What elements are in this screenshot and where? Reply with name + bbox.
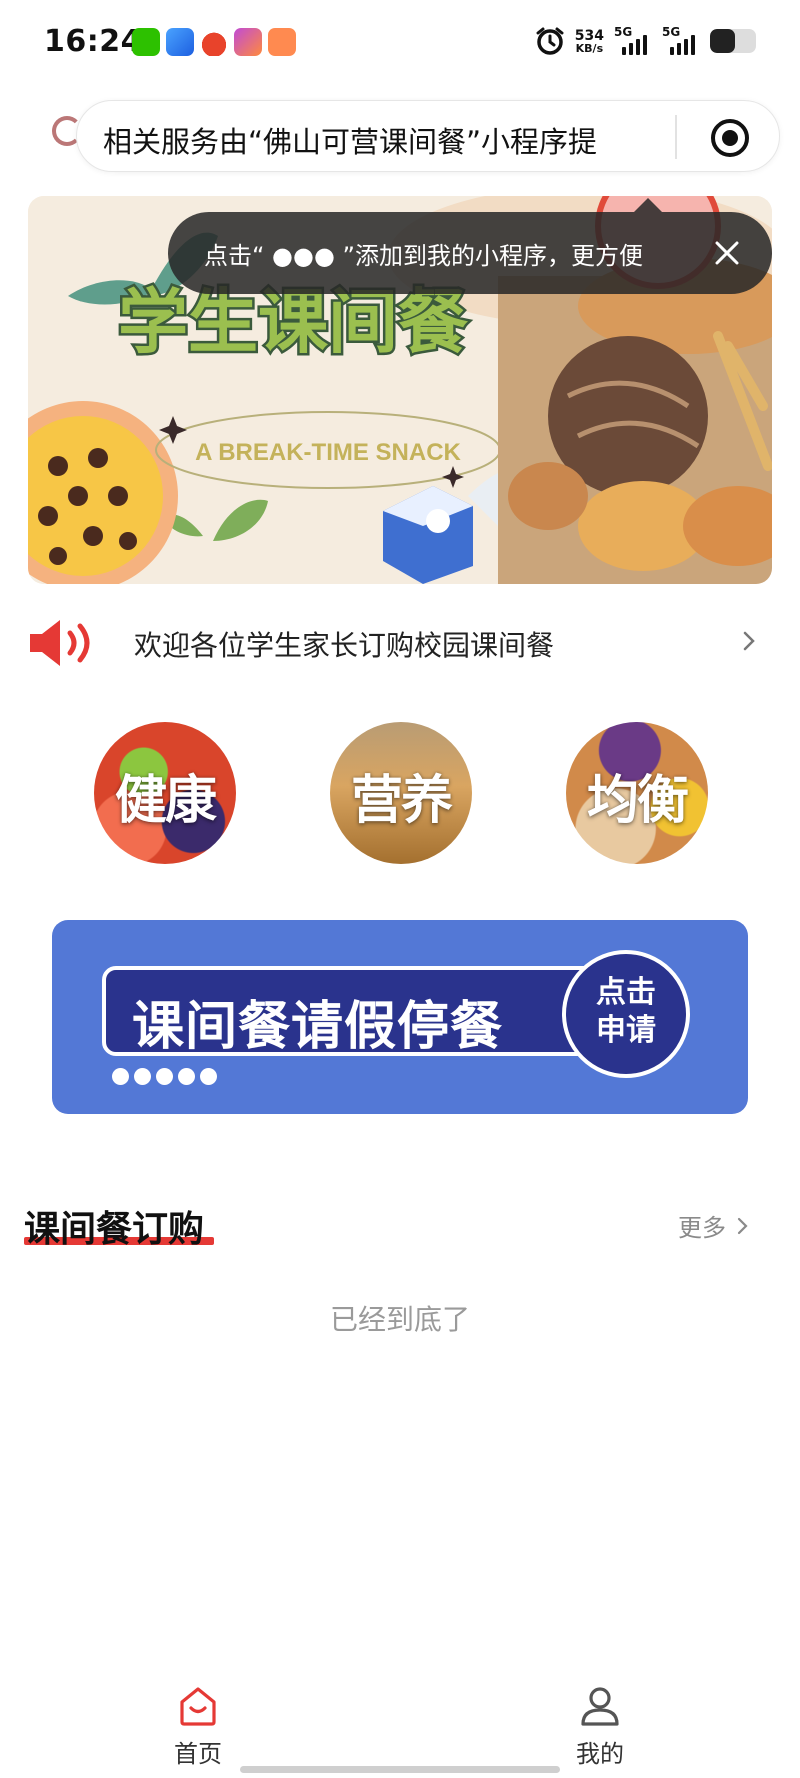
leave-request-title: 课间餐请假停餐 [132,997,504,1057]
chevron-right-icon [737,1217,748,1234]
leave-request-label-box: 课间餐请假停餐 [102,966,602,1057]
home-icon [180,1687,216,1726]
signal-2-bars-icon [670,35,695,55]
user-icon [581,1687,619,1726]
home-indicator[interactable] [240,1766,560,1773]
banner-subtitle: A BREAK-TIME SNACK [195,439,461,466]
apply-button[interactable]: 点击 申请 [562,950,690,1078]
mini-program-home: 16:24 534 KB/s 5G 5G 相关服务由“佛山可营课间餐”小程序提 … [0,0,800,1778]
add-to-my-programs-tip: 点击“ ●●● ”添加到我的小程序，更方便 [168,198,772,294]
tab-home[interactable]: 首页 [138,1684,258,1768]
feature-balance-label: 均衡 [586,771,689,831]
end-of-list-text: 已经到底了 [329,1303,470,1336]
browser-icon [166,28,194,56]
leave-request-banner[interactable]: 课间餐请假停餐 点击 申请 [52,920,748,1114]
feature-balance[interactable]: 均衡 [566,722,708,864]
capsule-divider [675,115,677,159]
status-time: 16:24 [44,24,142,59]
status-bar: 16:24 534 KB/s 5G 5G [0,0,800,86]
feature-nutrition[interactable]: 营养 [330,722,472,864]
tab-mine-label: 我的 [576,1740,624,1768]
close-icon[interactable] [710,236,744,270]
header: 相关服务由“佛山可营课间餐”小程序提 [0,100,800,172]
signal-1-bars-icon [622,35,647,55]
wechat-icon [132,28,160,56]
shop-icon [268,28,296,56]
alarm-icon [536,27,564,55]
network-speed-unit: KB/s [575,41,604,55]
tab-home-label: 首页 [174,1740,222,1768]
tip-text: 点击“ ●●● ”添加到我的小程序，更方便 [204,242,643,270]
gallery-icon [234,28,262,56]
more-link-label: 更多 [678,1214,726,1242]
signal-1: 5G [614,25,652,55]
notification-app-icons [132,28,296,56]
feature-health[interactable]: 健康 [94,722,236,864]
apply-button-line-2: 申请 [596,1013,656,1048]
network-speed-value: 534 [574,27,604,44]
notice-text: 欢迎各位学生家长订购校园课间餐 [134,629,555,662]
signal-2: 5G [662,25,700,55]
battery-level [710,29,736,53]
feature-nutrition-label: 营养 [350,771,453,831]
tab-bar: 首页 我的 [0,1672,800,1778]
section-title: 课间餐订购 [24,1209,205,1250]
apply-button-label: 点击 申请 [566,974,686,1050]
feature-list: 健康 营养 均衡 [0,722,800,868]
decorative-dots [112,1068,217,1085]
tab-mine[interactable]: 我的 [540,1684,660,1768]
chevron-right-icon [743,631,755,651]
more-link[interactable]: 更多 [678,1208,752,1243]
notice-bar[interactable]: 欢迎各位学生家长订购校园课间餐 [28,610,772,674]
game-icon [200,28,228,56]
service-info-capsule[interactable]: 相关服务由“佛山可营课间餐”小程序提 [76,100,780,172]
close-miniprogram-icon[interactable] [709,117,751,159]
service-info-text: 相关服务由“佛山可营课间餐”小程序提 [103,125,598,159]
network-speed: 534 KB/s [575,29,604,54]
apply-button-line-1: 点击 [596,975,656,1010]
speaker-icon [30,620,90,666]
battery-icon [710,29,756,53]
status-indicators: 534 KB/s 5G 5G [535,25,756,56]
feature-health-label: 健康 [114,771,217,831]
